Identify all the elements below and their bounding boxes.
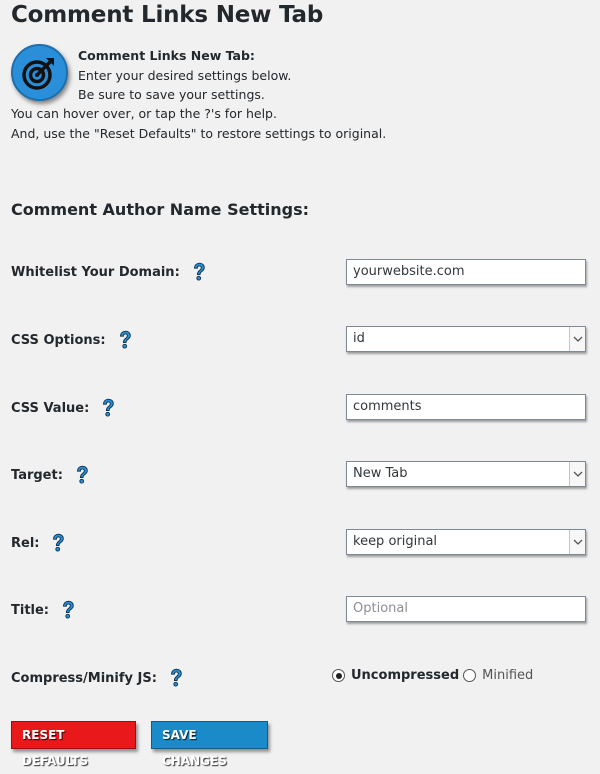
help-question-icon[interactable]	[169, 668, 183, 688]
css-value-input[interactable]: comments	[346, 394, 586, 420]
intro-text-tail: You can hover over, or tap the ?'s for h…	[11, 104, 386, 143]
chevron-down-icon[interactable]	[569, 530, 585, 554]
target-label: Target:	[11, 467, 63, 483]
title-input[interactable]: Optional	[346, 596, 586, 622]
css-options-label-row: CSS Options:	[11, 330, 132, 350]
minified-radio-label[interactable]: Minified	[482, 668, 533, 683]
intro-title: Comment Links New Tab:	[78, 48, 255, 63]
help-question-icon[interactable]	[192, 262, 206, 282]
css-value-label-row: CSS Value:	[11, 398, 115, 418]
save-changes-button[interactable]: SAVE CHANGES	[151, 721, 268, 768]
uncompressed-radio-label[interactable]: Uncompressed	[351, 668, 459, 683]
target-label-row: Target:	[11, 465, 89, 485]
chevron-down-icon[interactable]	[569, 327, 585, 351]
page-title: Comment Links New Tab	[11, 2, 324, 28]
uncompressed-radio[interactable]	[332, 669, 345, 682]
intro-line: Enter your desired settings below.	[78, 67, 292, 83]
compress-radio-group: Uncompressed Minified	[332, 668, 533, 683]
css-value-label: CSS Value:	[11, 400, 90, 416]
css-options-select[interactable]: id	[346, 326, 586, 352]
help-question-icon[interactable]	[75, 465, 89, 485]
target-icon	[11, 44, 68, 101]
chevron-down-icon[interactable]	[569, 462, 585, 486]
rel-selected-value: keep original	[353, 534, 438, 549]
compress-label-row: Compress/Minify JS:	[11, 668, 183, 688]
rel-select[interactable]: keep original	[346, 529, 586, 555]
whitelist-domain-input[interactable]: yourwebsite.com	[346, 259, 586, 285]
css-options-label: CSS Options:	[11, 332, 106, 348]
reset-defaults-button[interactable]: RESET DEFAULTS	[11, 721, 136, 768]
whitelist-label-row: Whitelist Your Domain:	[11, 262, 206, 282]
help-question-icon[interactable]	[101, 398, 115, 418]
target-selected-value: New Tab	[353, 466, 408, 481]
intro-line: You can hover over, or tap the ?'s for h…	[11, 106, 277, 121]
section-title: Comment Author Name Settings:	[11, 200, 310, 219]
intro-line: And, use the "Reset Defaults" to restore…	[11, 125, 387, 141]
target-select[interactable]: New Tab	[346, 461, 586, 487]
help-question-icon[interactable]	[61, 600, 75, 620]
whitelist-label: Whitelist Your Domain:	[11, 264, 180, 280]
intro-text: Comment Links New Tab: Enter your desire…	[78, 46, 291, 105]
compress-label: Compress/Minify JS:	[11, 670, 157, 686]
help-question-icon[interactable]	[118, 330, 132, 350]
rel-label-row: Rel:	[11, 533, 65, 553]
minified-radio[interactable]	[463, 669, 477, 682]
css-options-selected-value: id	[353, 331, 365, 346]
title-label-row: Title:	[11, 600, 75, 620]
help-question-icon[interactable]	[51, 533, 65, 553]
intro-line: Be sure to save your settings.	[78, 87, 265, 102]
title-label: Title:	[11, 602, 50, 618]
rel-label: Rel:	[11, 535, 40, 551]
